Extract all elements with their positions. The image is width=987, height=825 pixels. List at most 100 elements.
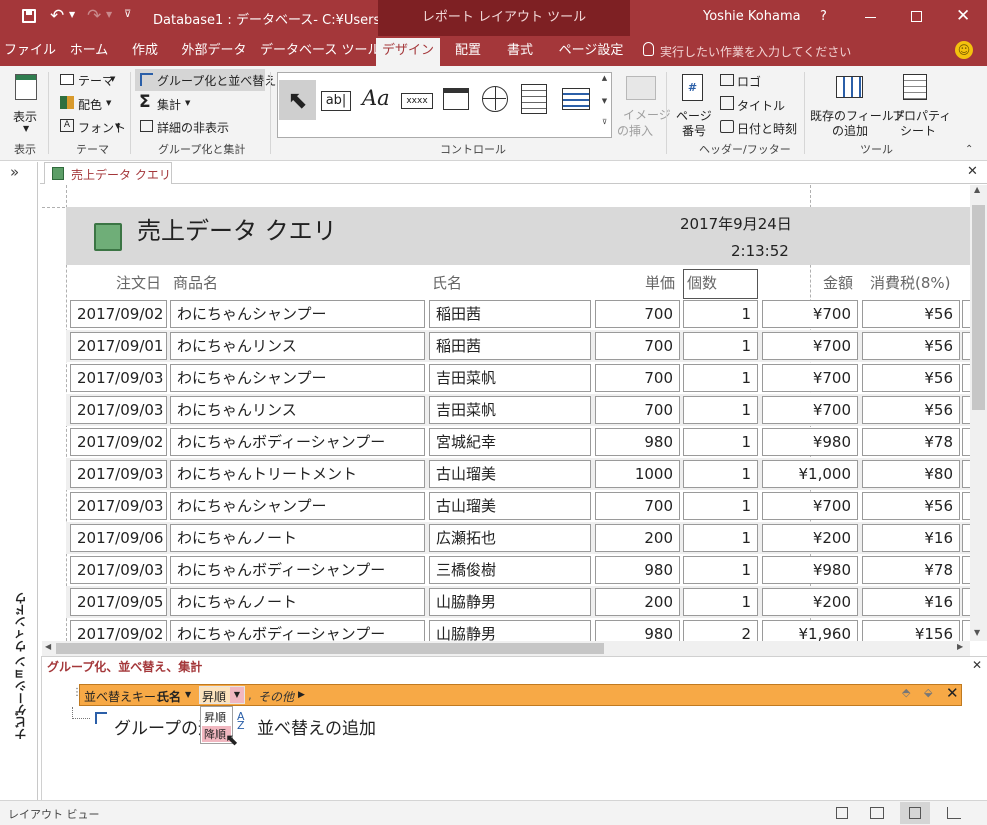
more-arrow-icon[interactable]: ▶ [298, 690, 305, 700]
colors-dropdown-icon[interactable]: ▼ [106, 99, 111, 107]
table-row[interactable]: 2017/09/02 わにちゃんシャンプー 稲田茜 700 1 ¥700 ¥56 [66, 298, 970, 330]
cell-product[interactable]: わにちゃんシャンプー [170, 300, 425, 328]
cell-tax[interactable]: ¥56 [862, 300, 960, 328]
cell-tax[interactable]: ¥56 [862, 492, 960, 520]
column-header-order-date[interactable]: 注文日 [116, 272, 161, 293]
cell-product[interactable]: わにちゃんノート [170, 524, 425, 552]
themes-button[interactable]: テーマ [78, 72, 114, 89]
cell-name[interactable]: 古山瑠美 [429, 460, 591, 488]
cell-extra[interactable] [962, 588, 970, 616]
tell-me-box[interactable]: 実行したい作業を入力してください [660, 43, 851, 60]
smiley-icon[interactable]: ☺ [955, 41, 973, 59]
cell-tax[interactable]: ¥56 [862, 364, 960, 392]
customize-qat-icon[interactable]: ⊽ [124, 9, 131, 20]
cell-quantity[interactable]: 1 [683, 364, 758, 392]
move-down-icon[interactable]: ⬙ [924, 686, 932, 699]
cell-order-date[interactable]: 2017/09/02 [70, 300, 167, 328]
close-document-icon[interactable]: ✕ [967, 164, 978, 179]
cell-order-date[interactable]: 2017/09/03 [70, 460, 167, 488]
print-preview-icon[interactable] [870, 807, 884, 819]
sort-field-dropdown-icon[interactable]: ▼ [185, 690, 191, 699]
property-sheet-button-l2[interactable]: シート [900, 122, 936, 139]
cell-name[interactable]: 三橋俊樹 [429, 556, 591, 584]
themes-dropdown-icon[interactable]: ▼ [110, 75, 115, 83]
delete-sort-icon[interactable]: ✕ [946, 684, 959, 702]
title-button[interactable]: タイトル [737, 97, 785, 114]
cell-unit-price[interactable]: 980 [595, 428, 680, 456]
report-date[interactable]: 2017年9月24日 [680, 213, 792, 234]
cell-extra[interactable] [962, 460, 970, 488]
table-row[interactable]: 2017/09/02 わにちゃんボディーシャンプー 宮城紀幸 980 1 ¥980 ¥78 [66, 426, 970, 458]
cell-quantity[interactable]: 1 [683, 300, 758, 328]
cell-unit-price[interactable]: 200 [595, 524, 680, 552]
column-header-amount[interactable]: 金額 [823, 272, 853, 293]
view-dropdown-icon[interactable]: ▼ [23, 124, 29, 133]
cell-extra[interactable] [962, 524, 970, 552]
table-row[interactable]: 2017/09/03 わにちゃんシャンプー 吉田菜帆 700 1 ¥700 ¥56 [66, 362, 970, 394]
user-name[interactable]: Yoshie Kohama [703, 9, 801, 24]
cell-product[interactable]: わにちゃんシャンプー [170, 492, 425, 520]
tab-design[interactable]: デザイン [376, 38, 440, 66]
cell-amount[interactable]: ¥1,000 [762, 460, 858, 488]
cell-order-date[interactable]: 2017/09/03 [70, 396, 167, 424]
cell-quantity[interactable]: 1 [683, 524, 758, 552]
cell-unit-price[interactable]: 1000 [595, 460, 680, 488]
date-time-button[interactable]: 日付と時刻 [737, 120, 797, 137]
tab-control-icon[interactable] [443, 88, 469, 110]
cell-amount[interactable]: ¥700 [762, 492, 858, 520]
cell-unit-price[interactable]: 700 [595, 396, 680, 424]
cell-unit-price[interactable]: 700 [595, 364, 680, 392]
save-icon[interactable] [22, 9, 36, 23]
view-button[interactable]: 表示 [13, 108, 37, 125]
navigation-pane[interactable]: » ナビゲーション ウィンドウ [0, 162, 38, 800]
nav-pane-label[interactable]: ナビゲーション ウィンドウ [12, 592, 28, 740]
cell-product[interactable]: わにちゃんボディーシャンプー [170, 620, 425, 641]
cell-quantity[interactable]: 1 [683, 460, 758, 488]
column-header-name[interactable]: 氏名 [432, 272, 462, 293]
document-tab[interactable]: 売上データ クエリ [44, 162, 172, 184]
scroll-right-icon[interactable]: ▶ [957, 642, 963, 651]
redo-dropdown-icon[interactable]: ▼ [106, 10, 112, 19]
move-up-icon[interactable]: ⬘ [902, 686, 910, 699]
page-number-button-l2[interactable]: 番号 [682, 122, 706, 139]
cell-unit-price[interactable]: 980 [595, 556, 680, 584]
cell-unit-price[interactable]: 700 [595, 492, 680, 520]
cell-unit-price[interactable]: 700 [595, 332, 680, 360]
table-row[interactable]: 2017/09/02 わにちゃんボディーシャンプー 山脇静男 980 2 ¥1,960 ¥1… [66, 618, 970, 641]
cell-tax[interactable]: ¥156 [862, 620, 960, 641]
report-view-icon[interactable] [836, 807, 848, 819]
tab-create[interactable]: 作成 [124, 36, 166, 66]
cell-amount[interactable]: ¥200 [762, 588, 858, 616]
cell-order-date[interactable]: 2017/09/02 [70, 620, 167, 641]
cell-extra[interactable] [962, 620, 970, 641]
cell-product[interactable]: わにちゃんシャンプー [170, 364, 425, 392]
minimize-icon[interactable] [865, 17, 876, 18]
layout-view-icon[interactable] [900, 802, 930, 824]
horizontal-scrollbar[interactable]: ◀ ▶ [42, 641, 970, 656]
redo-icon[interactable]: ↷ [87, 6, 101, 26]
cell-unit-price[interactable]: 980 [595, 620, 680, 641]
cell-product[interactable]: わにちゃんボディーシャンプー [170, 428, 425, 456]
undo-dropdown-icon[interactable]: ▼ [69, 10, 75, 19]
button-control-icon[interactable]: xxxx [401, 93, 433, 109]
cell-tax[interactable]: ¥56 [862, 396, 960, 424]
textbox-control-icon[interactable]: ab| [321, 91, 351, 111]
cell-product[interactable]: わにちゃんリンス [170, 396, 425, 424]
cell-order-date[interactable]: 2017/09/01 [70, 332, 167, 360]
cell-tax[interactable]: ¥78 [862, 556, 960, 584]
cell-quantity[interactable]: 1 [683, 492, 758, 520]
cell-unit-price[interactable]: 700 [595, 300, 680, 328]
cell-unit-price[interactable]: 200 [595, 588, 680, 616]
cell-name[interactable]: 宮城紀幸 [429, 428, 591, 456]
cell-order-date[interactable]: 2017/09/03 [70, 364, 167, 392]
table-row[interactable]: 2017/09/01 わにちゃんリンス 稲田茜 700 1 ¥700 ¥56 [66, 330, 970, 362]
scroll-down-icon[interactable]: ▼ [974, 628, 980, 637]
cell-amount[interactable]: ¥200 [762, 524, 858, 552]
logo-button[interactable]: ロゴ [737, 73, 761, 90]
cell-name[interactable]: 稲田茜 [429, 300, 591, 328]
cell-amount[interactable]: ¥700 [762, 300, 858, 328]
drag-handle-icon[interactable]: ⋮ [72, 687, 82, 698]
report-logo-icon[interactable] [94, 223, 122, 251]
cell-tax[interactable]: ¥16 [862, 588, 960, 616]
cell-amount[interactable]: ¥980 [762, 428, 858, 456]
